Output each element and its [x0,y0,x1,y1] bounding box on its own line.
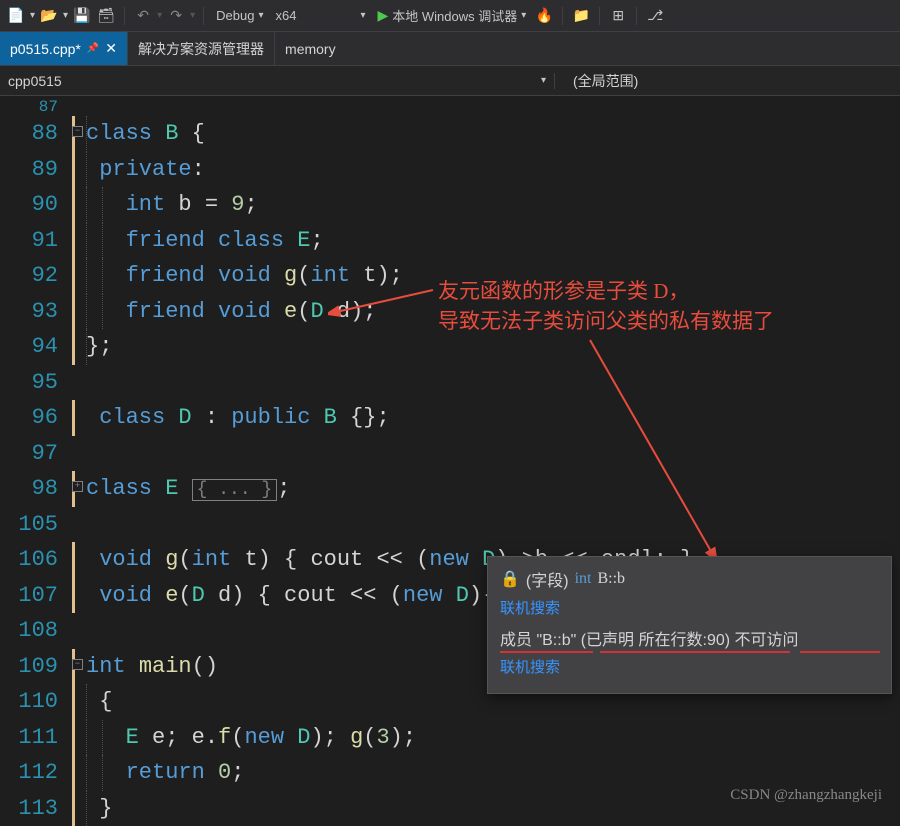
line-number: 94 [0,329,68,365]
tab-label: p0515.cpp* [10,41,81,57]
line-number: 93 [0,294,68,330]
watermark: CSDN @zhangzhangkeji [730,787,882,804]
platform-label: x64 [275,8,296,23]
nav-member-dropdown[interactable]: (全局范围) [555,71,656,91]
line-number: 95 [0,365,68,401]
line-number: 90 [0,187,68,223]
misc-icon[interactable]: ⎇ [645,6,665,26]
tooltip-error-message: 成员 "B::b" (已声明 所在行数:90) 不可访问 [500,626,879,650]
line-number: 109 [0,649,68,685]
line-number: 111 [0,720,68,756]
line-number: 87 [0,98,68,116]
tooltip-field-label: (字段) [526,567,569,591]
annotation-line2: 导致无法子类访问父类的私有数据了 [438,306,774,336]
code-area[interactable]: −class B { private: int b = 9; friend cl… [86,96,900,814]
line-number: 106 [0,542,68,578]
fold-toggle[interactable]: − [72,659,83,670]
tab-solution-explorer[interactable]: 解决方案资源管理器 [128,32,275,65]
line-number: 113 [0,791,68,826]
close-icon[interactable]: ✕ [105,40,117,57]
line-number: 96 [0,400,68,436]
online-search-link[interactable]: 联机搜索 [500,656,879,677]
save-all-icon[interactable]: 🗃 [96,6,116,26]
line-number: 105 [0,507,68,543]
line-number: 108 [0,613,68,649]
save-icon[interactable]: 💾 [72,6,92,26]
fold-toggle[interactable]: − [72,126,83,137]
debugger-label: 本地 Windows 调试器 [392,6,517,25]
window-icon[interactable]: ⊞ [608,6,628,26]
main-toolbar: 📄 ▾ 📂 ▾ 💾 🗃 ↶ ▾ ↷ ▾ Debug ▾ x64 ▾ ▶ 本地 W… [0,0,900,32]
line-number: 98 [0,471,68,507]
config-dropdown[interactable]: Debug ▾ [212,8,267,23]
open-icon[interactable]: 📂 [39,6,59,26]
nav-scope-dropdown[interactable]: cpp0515 ▾ [0,73,555,89]
fold-toggle[interactable]: + [72,481,83,492]
tab-label: 解决方案资源管理器 [138,39,264,59]
nav-scope-label: cpp0515 [8,73,62,89]
change-marks [68,96,86,814]
annotation-text: 友元函数的形参是子类 D， 导致无法子类访问父类的私有数据了 [438,276,774,336]
line-number-gutter: 87 88 89 90 91 92 93 94 95 96 97 98 105 … [0,96,68,814]
line-number: 107 [0,578,68,614]
nav-member-label: (全局范围) [573,73,638,89]
line-number: 88 [0,116,68,152]
line-number: 91 [0,223,68,259]
pin-icon[interactable]: 📌 [87,43,99,54]
online-search-link[interactable]: 联机搜索 [500,597,879,618]
document-tabs: p0515.cpp* 📌 ✕ 解决方案资源管理器 memory [0,32,900,66]
tab-label: memory [285,41,336,57]
line-number: 97 [0,436,68,472]
field-icon: 🔒 [500,569,520,589]
fire-icon[interactable]: 🔥 [534,6,554,26]
folder-icon[interactable]: 📁 [571,6,591,26]
folded-region[interactable]: { ... } [192,479,278,501]
config-label: Debug [216,8,254,23]
navigation-bar: cpp0515 ▾ (全局范围) [0,66,900,96]
platform-dropdown[interactable]: x64 ▾ [271,8,369,23]
tooltip-type: int [575,570,592,588]
tab-memory[interactable]: memory [275,32,346,65]
undo-icon[interactable]: ↶ [133,6,153,26]
line-number: 89 [0,152,68,188]
line-number: 112 [0,755,68,791]
play-icon: ▶ [377,7,388,24]
new-file-icon[interactable]: 📄 [6,6,26,26]
redo-icon[interactable]: ↷ [166,6,186,26]
annotation-line1: 友元函数的形参是子类 D， [438,276,774,306]
code-editor[interactable]: 87 88 89 90 91 92 93 94 95 96 97 98 105 … [0,96,900,814]
line-number: 92 [0,258,68,294]
intellisense-tooltip: 🔒 (字段) int B::b 联机搜索 成员 "B::b" (已声明 所在行数… [487,556,892,694]
tooltip-qualified-name: B::b [597,570,625,588]
start-debugging-button[interactable]: ▶ 本地 Windows 调试器 ▾ [373,6,530,25]
tab-active-file[interactable]: p0515.cpp* 📌 ✕ [0,32,128,65]
line-number: 110 [0,684,68,720]
